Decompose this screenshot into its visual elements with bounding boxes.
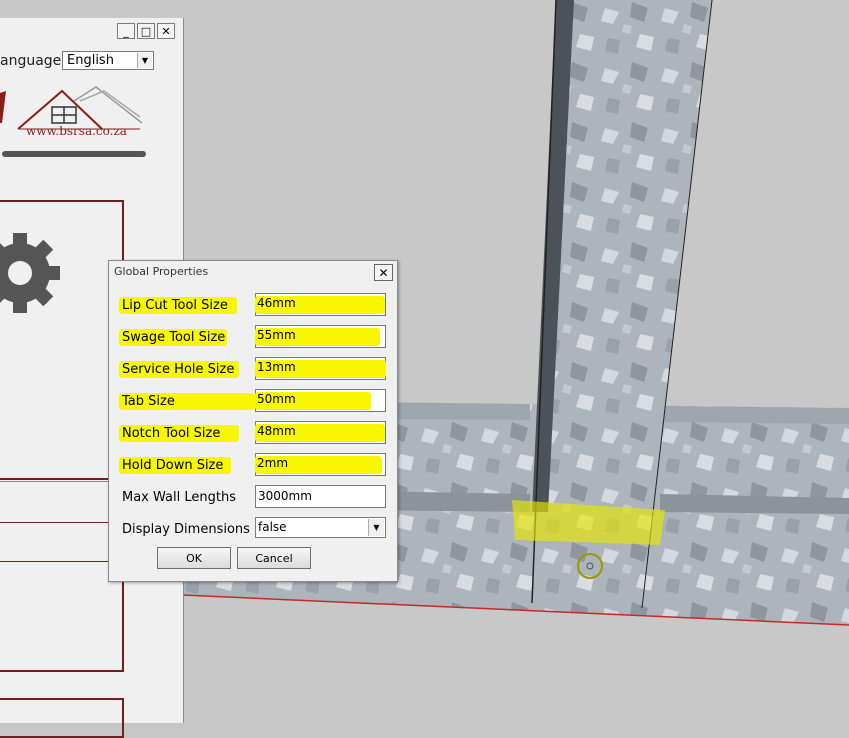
language-label: anguage	[0, 53, 62, 69]
field-swage-tool-size: Swage Tool Size 55mm	[109, 325, 399, 349]
field-label: Max Wall Lengths	[122, 490, 236, 505]
field-label: Hold Down Size	[122, 458, 224, 473]
display-dimensions-value: false	[258, 520, 287, 534]
field-notch-tool-size: Notch Tool Size 48mm	[109, 421, 399, 445]
chevron-down-icon[interactable]: ▼	[137, 53, 152, 68]
service-hole-size-input[interactable]: 13mm	[255, 357, 386, 380]
minimize-button[interactable]: _	[117, 23, 135, 39]
notch-tool-size-input[interactable]: 48mm	[255, 421, 386, 444]
panel-frame	[0, 522, 124, 672]
hold-down-size-input[interactable]: 2mm	[255, 453, 386, 476]
divider	[0, 561, 124, 562]
field-label: Notch Tool Size	[122, 426, 221, 441]
field-label: Lip Cut Tool Size	[122, 298, 228, 313]
gear-icon[interactable]	[0, 230, 70, 316]
display-dimensions-select[interactable]: false ▼	[255, 517, 386, 538]
window-controls: _ □ ✕	[115, 23, 175, 39]
language-select[interactable]: English ▼	[62, 51, 154, 70]
swage-tool-size-input[interactable]: 55mm	[255, 325, 386, 348]
field-label: Display Dimensions	[122, 522, 250, 537]
close-icon[interactable]: ✕	[374, 264, 393, 281]
tab-size-input[interactable]: 50mm	[255, 389, 386, 412]
ok-button[interactable]: OK	[157, 547, 231, 569]
field-label: Swage Tool Size	[122, 330, 226, 345]
dialog-title: Global Properties	[114, 265, 209, 278]
logo-text: www.bsrsa.co.za	[26, 124, 127, 138]
max-wall-lengths-input[interactable]: 3000mm	[255, 485, 386, 508]
field-lip-cut-tool-size: Lip Cut Tool Size 46mm	[109, 293, 399, 317]
close-button[interactable]: ✕	[157, 23, 175, 39]
field-label: Service Hole Size	[122, 362, 235, 377]
field-display-dimensions: Display Dimensions false ▼	[109, 517, 399, 541]
panel-frame	[0, 698, 124, 738]
cancel-button[interactable]: Cancel	[237, 547, 311, 569]
field-hold-down-size: Hold Down Size 2mm	[109, 453, 399, 477]
lip-cut-tool-size-input[interactable]: 46mm	[255, 293, 386, 316]
field-max-wall-lengths: Max Wall Lengths 3000mm	[109, 485, 399, 509]
logo-divider	[2, 151, 146, 157]
chevron-down-icon[interactable]: ▼	[368, 519, 384, 536]
field-label: Tab Size	[122, 394, 175, 409]
field-tab-size: Tab Size 50mm	[109, 389, 399, 413]
language-select-value: English	[67, 53, 114, 68]
field-service-hole-size: Service Hole Size 13mm	[109, 357, 399, 381]
global-properties-dialog: Global Properties ✕ Lip Cut Tool Size 46…	[108, 260, 398, 582]
maximize-button[interactable]: □	[137, 23, 155, 39]
